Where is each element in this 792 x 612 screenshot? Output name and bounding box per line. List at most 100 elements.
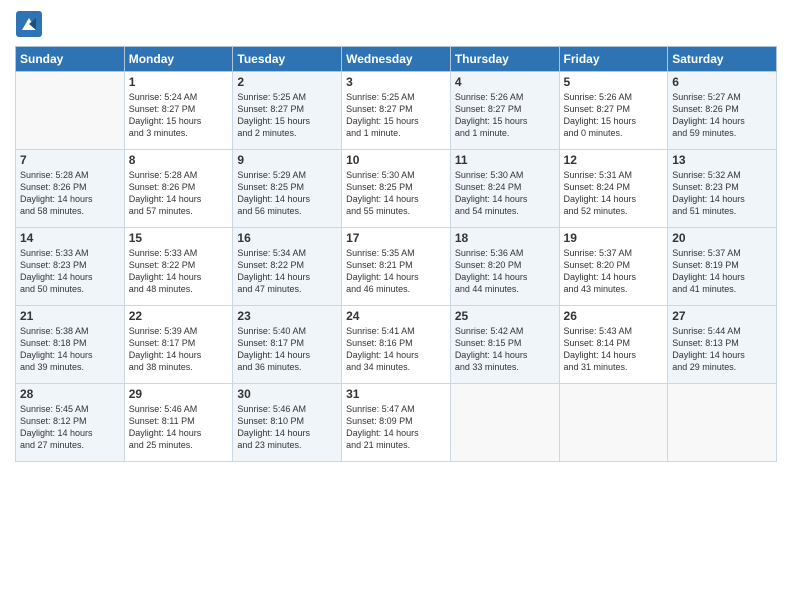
day-info: Sunrise: 5:37 AM Sunset: 8:19 PM Dayligh…	[672, 247, 772, 296]
day-number: 21	[20, 309, 120, 323]
day-info: Sunrise: 5:46 AM Sunset: 8:11 PM Dayligh…	[129, 403, 229, 452]
day-info: Sunrise: 5:40 AM Sunset: 8:17 PM Dayligh…	[237, 325, 337, 374]
calendar-cell	[450, 384, 559, 462]
day-number: 24	[346, 309, 446, 323]
day-info: Sunrise: 5:35 AM Sunset: 8:21 PM Dayligh…	[346, 247, 446, 296]
day-number: 20	[672, 231, 772, 245]
day-number: 19	[564, 231, 664, 245]
column-header-monday: Monday	[124, 47, 233, 72]
day-number: 18	[455, 231, 555, 245]
day-number: 3	[346, 75, 446, 89]
day-info: Sunrise: 5:26 AM Sunset: 8:27 PM Dayligh…	[455, 91, 555, 140]
logo-icon	[15, 10, 43, 38]
calendar-cell: 23 Sunrise: 5:40 AM Sunset: 8:17 PM Dayli…	[233, 306, 342, 384]
day-number: 29	[129, 387, 229, 401]
day-info: Sunrise: 5:43 AM Sunset: 8:14 PM Dayligh…	[564, 325, 664, 374]
calendar-cell: 5Sunrise: 5:26 AM Sunset: 8:27 PM Daylig…	[559, 72, 668, 150]
day-info: Sunrise: 5:25 AM Sunset: 8:27 PM Dayligh…	[237, 91, 337, 140]
calendar-cell: 15Sunrise: 5:33 AM Sunset: 8:22 PM Dayli…	[124, 228, 233, 306]
day-number: 1	[129, 75, 229, 89]
column-header-thursday: Thursday	[450, 47, 559, 72]
calendar-cell: 13Sunrise: 5:32 AM Sunset: 8:23 PM Dayli…	[668, 150, 777, 228]
day-info: Sunrise: 5:33 AM Sunset: 8:23 PM Dayligh…	[20, 247, 120, 296]
calendar-cell: 29 Sunrise: 5:46 AM Sunset: 8:11 PM Dayli…	[124, 384, 233, 462]
calendar-cell: 9 Sunrise: 5:29 AM Sunset: 8:25 PM Daylig…	[233, 150, 342, 228]
day-info: Sunrise: 5:47 AM Sunset: 8:09 PM Dayligh…	[346, 403, 446, 452]
day-number: 16	[237, 231, 337, 245]
header	[15, 10, 777, 38]
day-number: 7	[20, 153, 120, 167]
calendar-cell: 14 Sunrise: 5:33 AM Sunset: 8:23 PM Dayli…	[16, 228, 125, 306]
day-number: 11	[455, 153, 555, 167]
calendar-cell: 25 Sunrise: 5:42 AM Sunset: 8:15 PM Dayli…	[450, 306, 559, 384]
day-number: 8	[129, 153, 229, 167]
day-info: Sunrise: 5:42 AM Sunset: 8:15 PM Dayligh…	[455, 325, 555, 374]
calendar-cell: 28Sunrise: 5:45 AM Sunset: 8:12 PM Dayli…	[16, 384, 125, 462]
week-row-2: 7 Sunrise: 5:28 AM Sunset: 8:26 PM Daylig…	[16, 150, 777, 228]
calendar-cell: 17Sunrise: 5:35 AM Sunset: 8:21 PM Dayli…	[342, 228, 451, 306]
week-row-3: 14 Sunrise: 5:33 AM Sunset: 8:23 PM Dayli…	[16, 228, 777, 306]
column-header-tuesday: Tuesday	[233, 47, 342, 72]
calendar-cell: 6 Sunrise: 5:27 AM Sunset: 8:26 PM Daylig…	[668, 72, 777, 150]
day-info: Sunrise: 5:27 AM Sunset: 8:26 PM Dayligh…	[672, 91, 772, 140]
day-info: Sunrise: 5:39 AM Sunset: 8:17 PM Dayligh…	[129, 325, 229, 374]
calendar-cell: 10 Sunrise: 5:30 AM Sunset: 8:25 PM Dayli…	[342, 150, 451, 228]
day-info: Sunrise: 5:41 AM Sunset: 8:16 PM Dayligh…	[346, 325, 446, 374]
day-info: Sunrise: 5:46 AM Sunset: 8:10 PM Dayligh…	[237, 403, 337, 452]
calendar-cell: 31 Sunrise: 5:47 AM Sunset: 8:09 PM Dayli…	[342, 384, 451, 462]
day-info: Sunrise: 5:36 AM Sunset: 8:20 PM Dayligh…	[455, 247, 555, 296]
day-number: 28	[20, 387, 120, 401]
day-info: Sunrise: 5:31 AM Sunset: 8:24 PM Dayligh…	[564, 169, 664, 218]
day-number: 10	[346, 153, 446, 167]
day-info: Sunrise: 5:28 AM Sunset: 8:26 PM Dayligh…	[129, 169, 229, 218]
calendar-cell: 18 Sunrise: 5:36 AM Sunset: 8:20 PM Dayli…	[450, 228, 559, 306]
day-info: Sunrise: 5:30 AM Sunset: 8:24 PM Dayligh…	[455, 169, 555, 218]
calendar-cell: 2 Sunrise: 5:25 AM Sunset: 8:27 PM Daylig…	[233, 72, 342, 150]
column-header-saturday: Saturday	[668, 47, 777, 72]
day-info: Sunrise: 5:25 AM Sunset: 8:27 PM Dayligh…	[346, 91, 446, 140]
column-header-wednesday: Wednesday	[342, 47, 451, 72]
day-number: 6	[672, 75, 772, 89]
calendar-cell: 16Sunrise: 5:34 AM Sunset: 8:22 PM Dayli…	[233, 228, 342, 306]
calendar-cell	[559, 384, 668, 462]
day-number: 5	[564, 75, 664, 89]
calendar-cell: 12 Sunrise: 5:31 AM Sunset: 8:24 PM Dayli…	[559, 150, 668, 228]
day-number: 14	[20, 231, 120, 245]
calendar-cell	[16, 72, 125, 150]
day-number: 9	[237, 153, 337, 167]
week-row-5: 28Sunrise: 5:45 AM Sunset: 8:12 PM Dayli…	[16, 384, 777, 462]
day-number: 30	[237, 387, 337, 401]
day-number: 23	[237, 309, 337, 323]
calendar-cell: 11 Sunrise: 5:30 AM Sunset: 8:24 PM Dayli…	[450, 150, 559, 228]
day-number: 4	[455, 75, 555, 89]
calendar-cell: 22 Sunrise: 5:39 AM Sunset: 8:17 PM Dayli…	[124, 306, 233, 384]
calendar-cell: 20 Sunrise: 5:37 AM Sunset: 8:19 PM Dayli…	[668, 228, 777, 306]
calendar-table: SundayMondayTuesdayWednesdayThursdayFrid…	[15, 46, 777, 462]
day-info: Sunrise: 5:28 AM Sunset: 8:26 PM Dayligh…	[20, 169, 120, 218]
calendar-cell: 26Sunrise: 5:43 AM Sunset: 8:14 PM Dayli…	[559, 306, 668, 384]
day-info: Sunrise: 5:30 AM Sunset: 8:25 PM Dayligh…	[346, 169, 446, 218]
day-number: 2	[237, 75, 337, 89]
day-number: 22	[129, 309, 229, 323]
calendar-cell: 3 Sunrise: 5:25 AM Sunset: 8:27 PM Daylig…	[342, 72, 451, 150]
day-number: 25	[455, 309, 555, 323]
page: SundayMondayTuesdayWednesdayThursdayFrid…	[0, 0, 792, 612]
week-row-1: 1 Sunrise: 5:24 AM Sunset: 8:27 PM Daylig…	[16, 72, 777, 150]
logo	[15, 10, 47, 38]
day-info: Sunrise: 5:29 AM Sunset: 8:25 PM Dayligh…	[237, 169, 337, 218]
day-info: Sunrise: 5:24 AM Sunset: 8:27 PM Dayligh…	[129, 91, 229, 140]
day-number: 12	[564, 153, 664, 167]
day-number: 27	[672, 309, 772, 323]
calendar-cell: 24 Sunrise: 5:41 AM Sunset: 8:16 PM Dayli…	[342, 306, 451, 384]
day-info: Sunrise: 5:33 AM Sunset: 8:22 PM Dayligh…	[129, 247, 229, 296]
calendar-cell: 7 Sunrise: 5:28 AM Sunset: 8:26 PM Daylig…	[16, 150, 125, 228]
column-header-friday: Friday	[559, 47, 668, 72]
day-info: Sunrise: 5:38 AM Sunset: 8:18 PM Dayligh…	[20, 325, 120, 374]
day-info: Sunrise: 5:44 AM Sunset: 8:13 PM Dayligh…	[672, 325, 772, 374]
calendar-cell	[668, 384, 777, 462]
calendar-cell: 21 Sunrise: 5:38 AM Sunset: 8:18 PM Dayli…	[16, 306, 125, 384]
column-header-sunday: Sunday	[16, 47, 125, 72]
calendar-cell: 30 Sunrise: 5:46 AM Sunset: 8:10 PM Dayli…	[233, 384, 342, 462]
day-info: Sunrise: 5:37 AM Sunset: 8:20 PM Dayligh…	[564, 247, 664, 296]
day-number: 31	[346, 387, 446, 401]
